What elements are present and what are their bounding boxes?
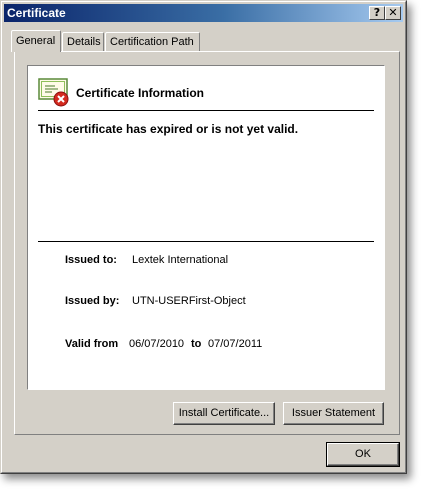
- help-button[interactable]: ?: [369, 6, 385, 20]
- ok-button[interactable]: OK: [326, 442, 400, 467]
- title-bar[interactable]: Certificate ? ✕: [4, 4, 403, 22]
- tab-general[interactable]: General: [11, 30, 61, 52]
- tab-certification-path[interactable]: Certification Path: [105, 32, 200, 51]
- tab-details[interactable]: Details: [62, 32, 104, 51]
- certificate-dialog: Certificate ? ✕ General Details Certific…: [0, 0, 407, 474]
- close-button[interactable]: ✕: [385, 6, 401, 20]
- window-title: Certificate: [7, 6, 66, 20]
- general-tab-panel: [14, 51, 400, 435]
